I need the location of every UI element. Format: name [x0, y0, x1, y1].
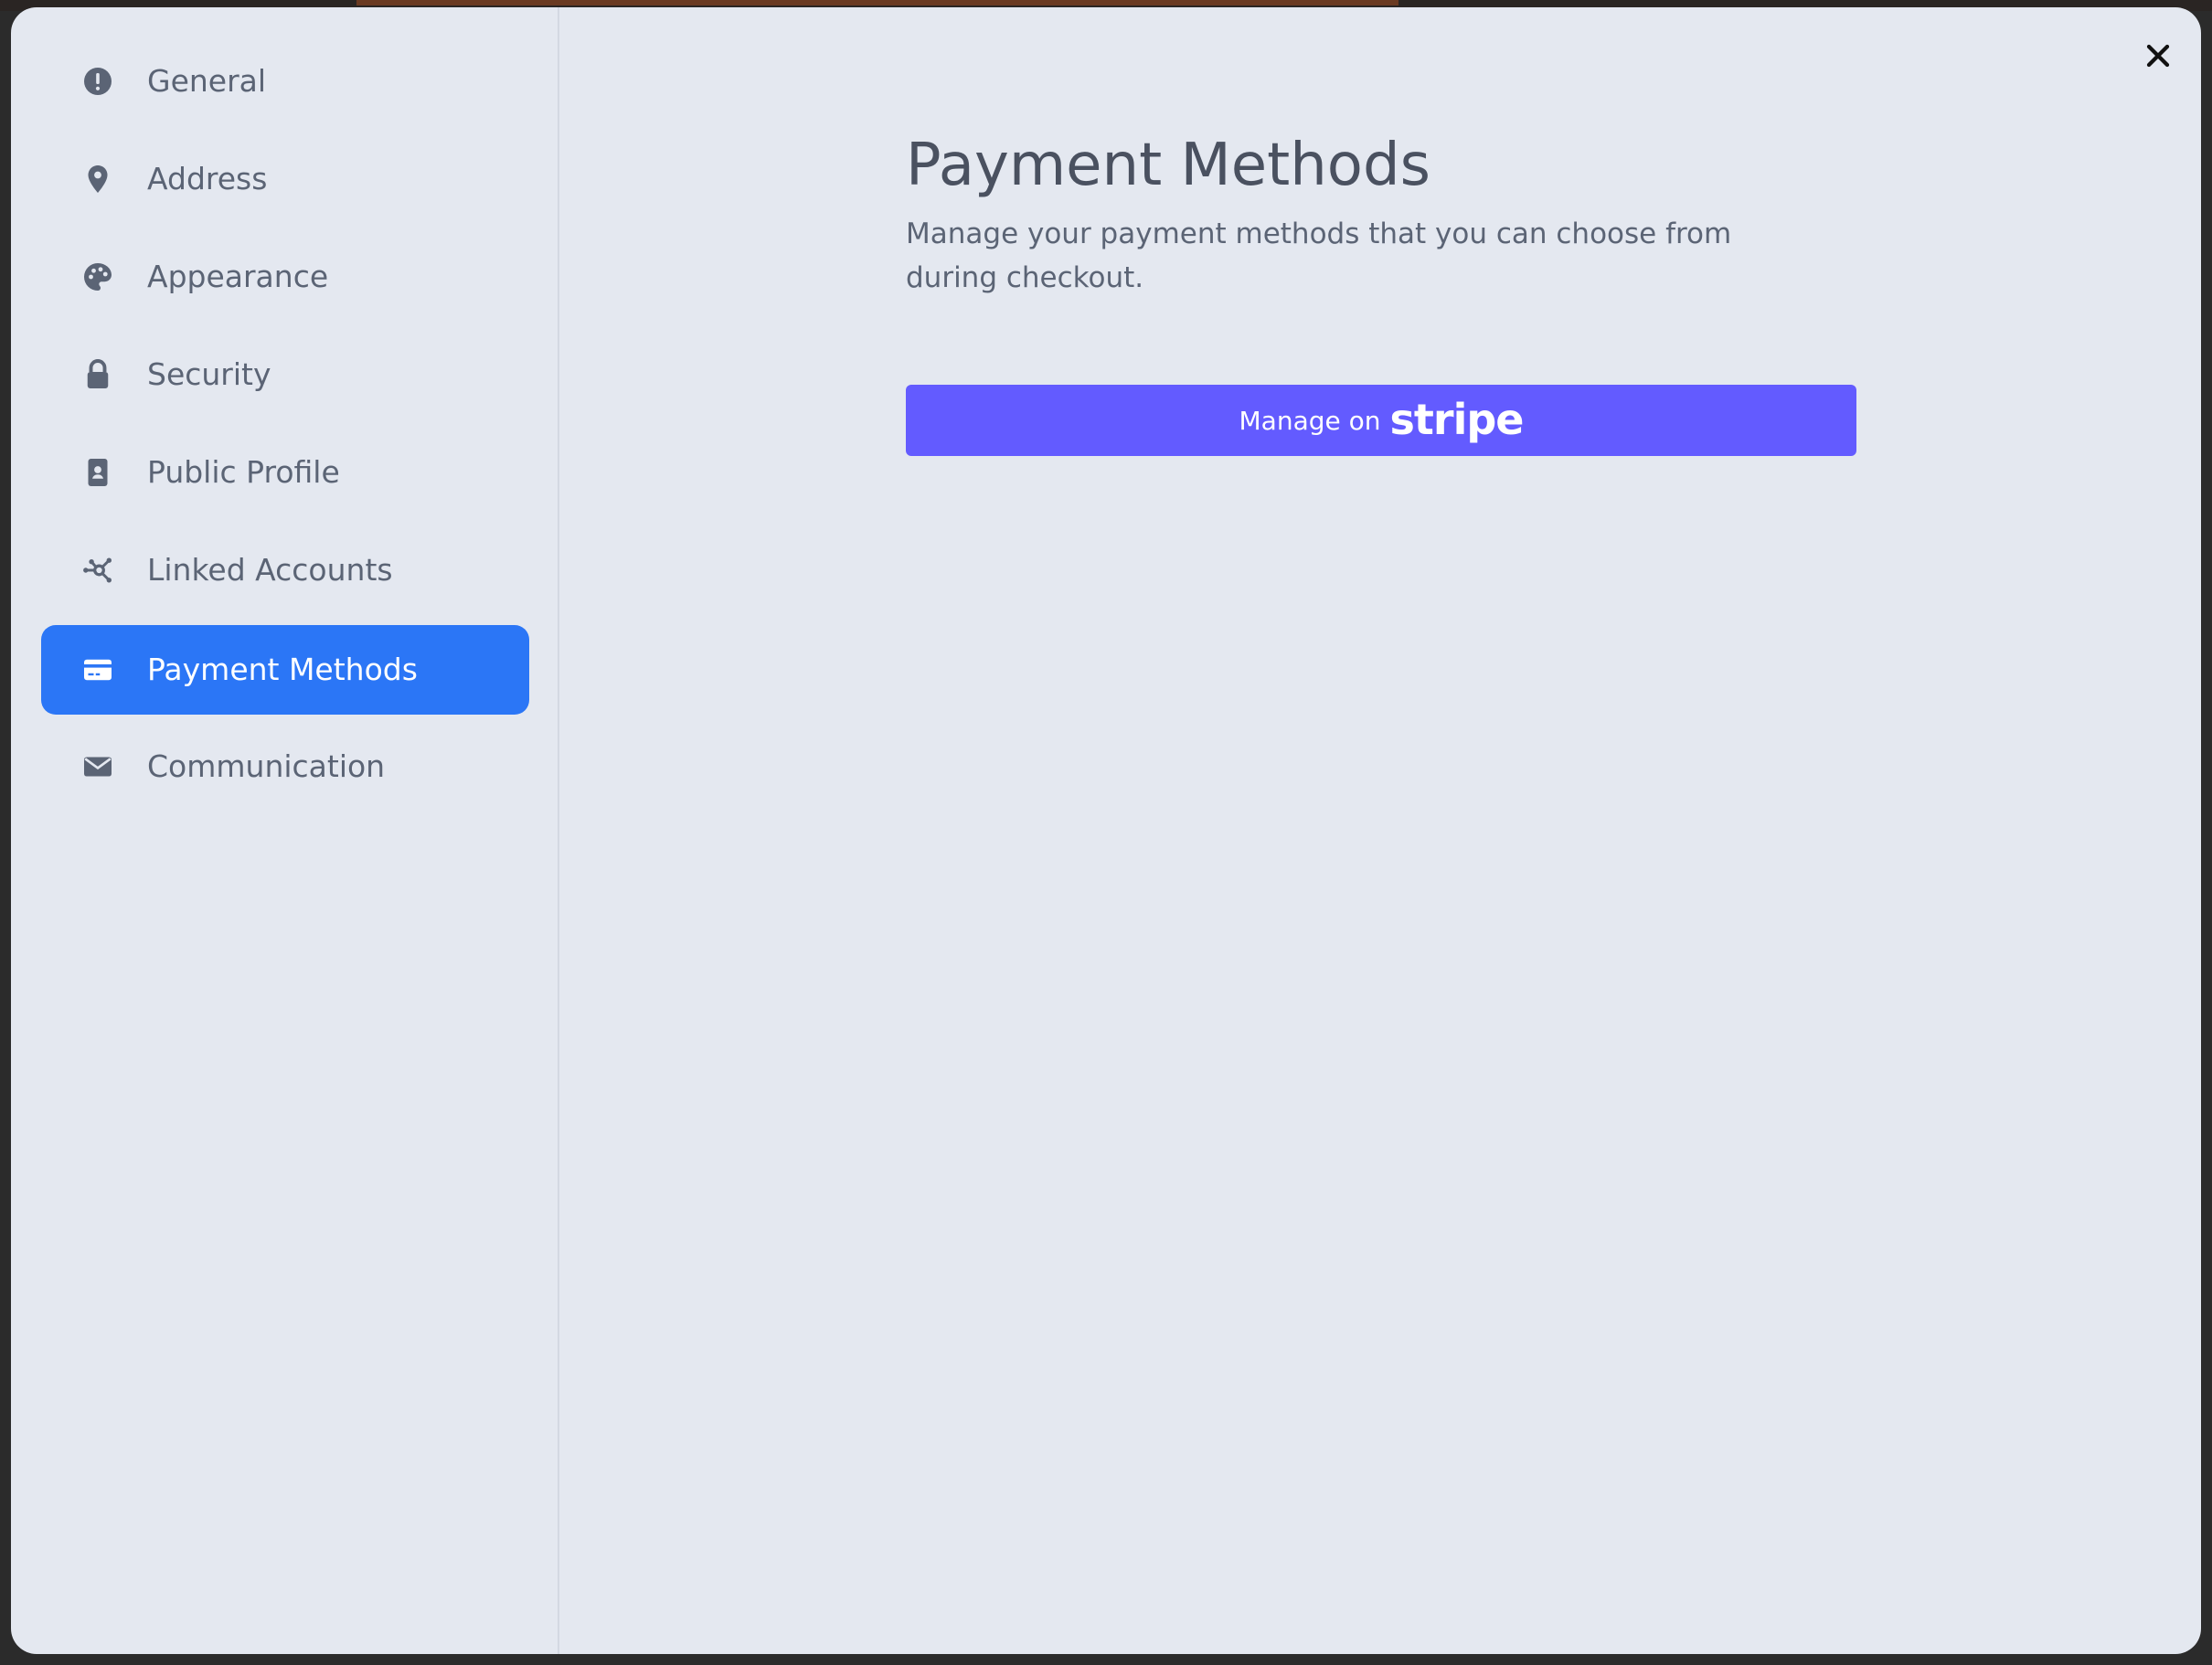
sidebar-item-label: Security — [147, 356, 271, 392]
sidebar-item-public-profile[interactable]: Public Profile — [41, 428, 529, 517]
manage-on-label: Manage on — [1239, 405, 1381, 436]
sidebar-item-communication[interactable]: Communication — [41, 722, 529, 811]
sidebar-item-label: Communication — [147, 748, 386, 784]
stripe-logo: stripe — [1389, 395, 1525, 444]
payment-methods-panel: Payment Methods Manage your payment meth… — [559, 7, 2201, 1654]
sidebar-item-label: Appearance — [147, 259, 329, 294]
sidebar-item-appearance[interactable]: Appearance — [41, 232, 529, 322]
sidebar-item-label: Linked Accounts — [147, 552, 393, 588]
close-button[interactable] — [2135, 35, 2181, 80]
sidebar-item-label: Public Profile — [147, 454, 340, 490]
credit-card-icon — [81, 653, 114, 686]
settings-modal: General Address Appearance Security Publ — [11, 7, 2201, 1654]
palette-icon — [81, 260, 114, 293]
sidebar-item-general[interactable]: General — [41, 37, 529, 126]
sidebar-item-label: Payment Methods — [147, 652, 418, 687]
envelope-icon — [81, 750, 114, 783]
lock-icon — [81, 358, 114, 391]
network-icon — [81, 554, 114, 587]
sidebar-item-linked-accounts[interactable]: Linked Accounts — [41, 525, 529, 615]
exclamation-circle-icon — [81, 65, 114, 98]
sidebar-item-security[interactable]: Security — [41, 330, 529, 419]
sidebar-item-payment-methods[interactable]: Payment Methods — [41, 625, 529, 715]
sidebar-item-address[interactable]: Address — [41, 134, 529, 224]
settings-sidebar: General Address Appearance Security Publ — [11, 7, 559, 1654]
map-pin-icon — [81, 163, 114, 196]
id-badge-icon — [81, 456, 114, 489]
background-window-bar — [356, 0, 1398, 5]
sidebar-item-label: Address — [147, 161, 268, 196]
sidebar-item-label: General — [147, 63, 267, 99]
close-icon — [2144, 42, 2172, 73]
page-description: Manage your payment methods that you can… — [906, 217, 1732, 294]
manage-on-stripe-button[interactable]: Manage on stripe — [906, 385, 1856, 456]
page-title: Payment Methods — [906, 132, 1430, 199]
